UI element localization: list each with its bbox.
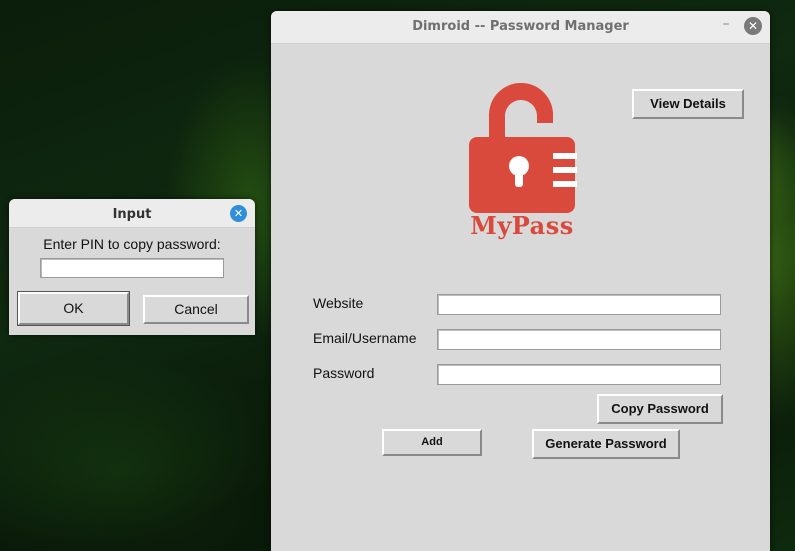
window-title: Dimroid -- Password Manager — [412, 19, 629, 34]
dialog-close-icon[interactable]: ✕ — [230, 205, 247, 222]
email-username-label: Email/Username — [313, 330, 417, 346]
add-button[interactable]: Add — [382, 429, 482, 456]
password-manager-window: Dimroid -- Password Manager – ✕ View Det… — [271, 11, 770, 551]
window-titlebar[interactable]: Dimroid -- Password Manager – ✕ — [271, 11, 770, 44]
dialog-title: Input — [112, 207, 152, 222]
website-input[interactable] — [437, 294, 721, 315]
password-input[interactable] — [437, 364, 721, 385]
email-username-input[interactable] — [437, 329, 721, 350]
cancel-button[interactable]: Cancel — [143, 295, 249, 324]
minimize-icon[interactable]: – — [718, 17, 734, 33]
close-icon[interactable]: ✕ — [744, 17, 762, 35]
dialog-titlebar[interactable]: Input ✕ — [9, 199, 255, 228]
password-label: Password — [313, 365, 375, 381]
input-dialog: Input ✕ Enter PIN to copy password: OK C… — [9, 199, 255, 335]
copy-password-button[interactable]: Copy Password — [597, 394, 723, 424]
view-details-button[interactable]: View Details — [632, 89, 744, 119]
mypass-logo-text: MyPass — [470, 211, 574, 240]
padlock-icon — [469, 83, 577, 213]
generate-password-button[interactable]: Generate Password — [532, 429, 680, 459]
ok-button[interactable]: OK — [17, 291, 130, 326]
pin-prompt-label: Enter PIN to copy password: — [43, 236, 221, 252]
pin-input[interactable] — [40, 258, 224, 278]
website-label: Website — [313, 295, 364, 311]
